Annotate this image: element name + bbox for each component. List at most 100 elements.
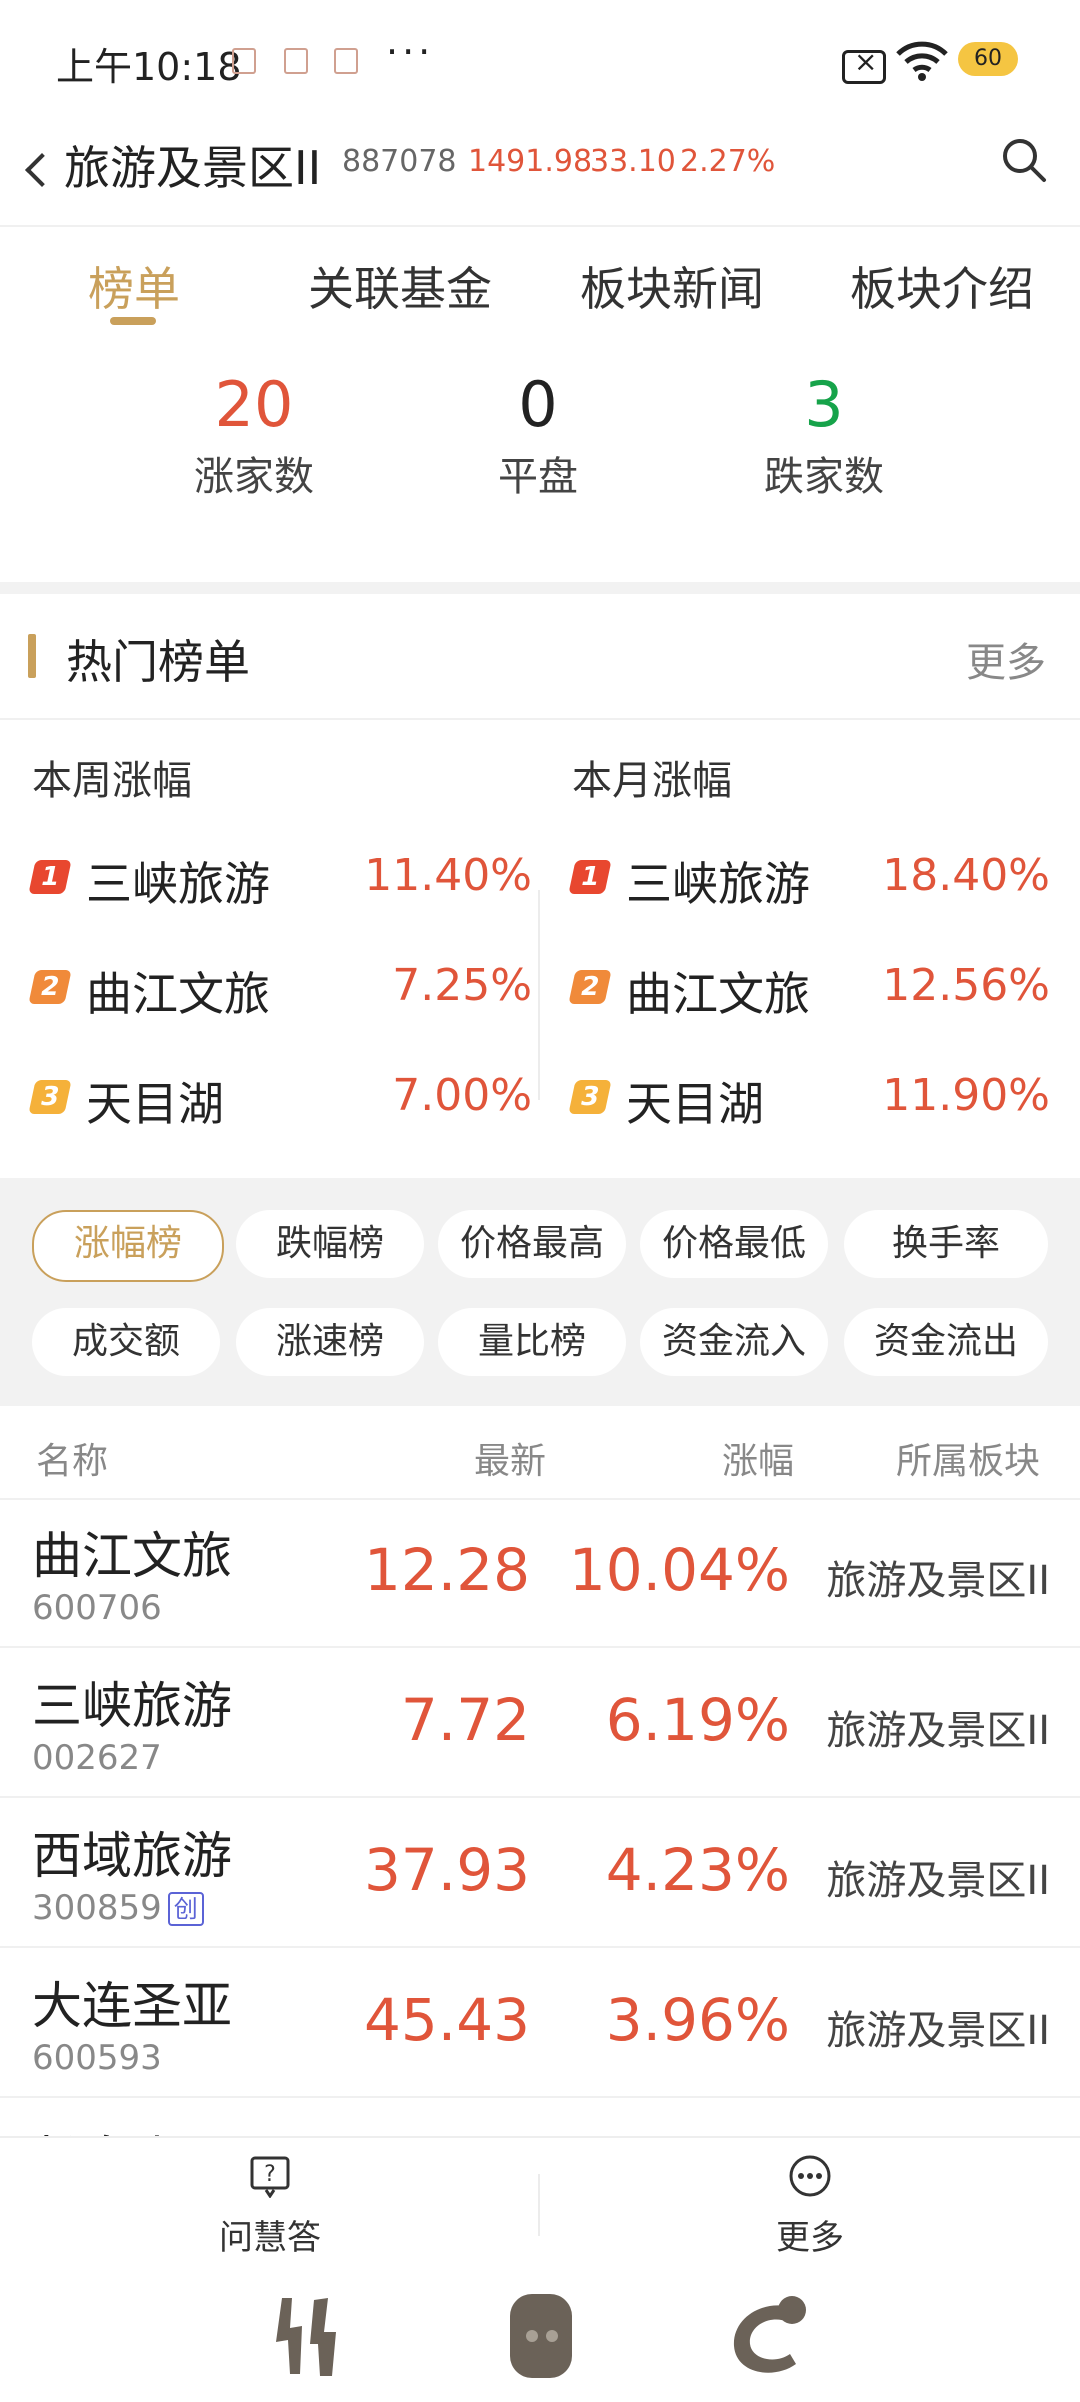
stock-pct: 10.04% <box>568 1536 790 1604</box>
hot-list-title: 热门榜单 <box>66 635 250 689</box>
wifi-icon <box>896 41 948 81</box>
stock-latest: 12.28 <box>363 1536 530 1604</box>
rank-stock-name: 天目湖 <box>86 1077 224 1131</box>
stock-sector: 旅游及景区II <box>826 1708 1050 1754</box>
chip-highest-price[interactable]: 价格最高 <box>438 1210 626 1278</box>
rank-stock-value: 12.56% <box>882 960 1050 1011</box>
battery-icon: 60 <box>958 42 1018 76</box>
active-tab-indicator <box>110 317 156 325</box>
chip-lowest-price[interactable]: 价格最低 <box>640 1210 828 1278</box>
stock-latest: 7.72 <box>400 1686 530 1754</box>
stock-code: 600706 <box>32 1588 162 1628</box>
col-name[interactable]: 名称 <box>36 1432 108 1484</box>
table-row[interactable]: 曲江文旅 600706 12.28 10.04% 旅游及景区II <box>0 1498 1080 1648</box>
table-row[interactable]: 三峡旅游 002627 7.72 6.19% 旅游及景区II <box>0 1648 1080 1798</box>
stock-sector: 旅游及景区II <box>826 2008 1050 2054</box>
status-bar: 上午10:18 ··· 60 <box>0 0 1080 120</box>
chip-volume-ratio[interactable]: 量比榜 <box>438 1308 626 1376</box>
weekly-rank-row[interactable]: 3 天目湖 7.00% <box>28 1068 532 1131</box>
tab-ranking[interactable]: 榜单 <box>88 253 180 319</box>
no-sim-icon <box>842 45 886 84</box>
stock-code: 002627 <box>32 1738 162 1778</box>
bottom-divider <box>538 2174 540 2236</box>
stock-name: 大连圣亚 <box>32 1977 232 2035</box>
notification-icon <box>284 48 308 74</box>
svg-text:?: ? <box>264 2162 276 2187</box>
down-count: 3 <box>804 368 844 441</box>
sector-change: 33.10 <box>590 144 676 179</box>
up-label: 涨家数 <box>194 454 314 500</box>
chip-speed[interactable]: 涨速榜 <box>236 1308 424 1376</box>
question-icon: ? <box>250 2156 290 2199</box>
page-header: 旅游及景区II 887078 1491.98 33.10 2.27% <box>0 120 1080 227</box>
tab-sector-intro[interactable]: 板块介绍 <box>850 253 1034 319</box>
rank-stock-name: 三峡旅游 <box>86 857 270 911</box>
back-nav-icon[interactable] <box>724 2288 814 2384</box>
stock-name: 三峡旅游 <box>32 1677 232 1735</box>
section-marker <box>28 634 36 678</box>
table-header: 名称 最新 涨幅 所属板块 <box>0 1406 1080 1500</box>
stock-name: 西域旅游 <box>32 1827 232 1885</box>
stock-pct: 6.19% <box>605 1686 790 1754</box>
flat-label: 平盘 <box>498 454 578 500</box>
col-pct[interactable]: 涨幅 <box>722 1432 794 1484</box>
rank-3-badge-icon: 3 <box>568 1080 612 1114</box>
chip-turnover-rate[interactable]: 换手率 <box>844 1210 1048 1278</box>
rank-stock-value: 18.40% <box>882 850 1050 901</box>
monthly-gainers: 本月涨幅 1 三峡旅游 18.40% 2 曲江文旅 12.56% 3 天目湖 1… <box>568 730 1050 1131</box>
chinext-badge: 创 <box>167 1892 204 1926</box>
ask-label: 问慧答 <box>219 2218 321 2258</box>
stock-latest: 45.43 <box>363 1986 530 2054</box>
table-row[interactable]: 大连圣亚 600593 45.43 3.96% 旅游及景区II <box>0 1948 1080 2098</box>
chip-gainers[interactable]: 涨幅榜 <box>32 1210 224 1282</box>
sector-price: 1491.98 <box>468 144 593 179</box>
stat-down: 3 跌家数 <box>724 370 924 502</box>
notification-icon <box>232 48 256 74</box>
stock-code: 600593 <box>32 2038 162 2078</box>
monthly-rank-row[interactable]: 3 天目湖 11.90% <box>568 1068 1050 1131</box>
back-icon[interactable] <box>12 142 62 198</box>
more-notifications-icon: ··· <box>386 30 435 74</box>
weekly-rank-row[interactable]: 1 三峡旅游 11.40% <box>28 848 532 911</box>
monthly-rank-row[interactable]: 1 三峡旅游 18.40% <box>568 848 1050 911</box>
stock-name: 曲江文旅 <box>32 1527 232 1585</box>
monthly-gainers-header: 本月涨幅 <box>572 758 732 804</box>
gesture-nav-icon[interactable] <box>262 2288 352 2384</box>
search-icon[interactable] <box>1000 136 1048 184</box>
weekly-rank-row[interactable]: 2 曲江文旅 7.25% <box>28 958 532 1021</box>
chip-capital-outflow[interactable]: 资金流出 <box>844 1308 1048 1376</box>
stock-sector: 旅游及景区II <box>826 1858 1050 1904</box>
column-divider <box>538 890 540 1100</box>
stock-sector: 旅游及景区II <box>826 1558 1050 1604</box>
chip-trade-volume[interactable]: 成交额 <box>32 1308 220 1376</box>
notification-icon <box>334 48 358 74</box>
weekly-gainers: 本周涨幅 1 三峡旅游 11.40% 2 曲江文旅 7.25% 3 天目湖 7.… <box>28 730 552 1131</box>
home-nav-icon[interactable] <box>496 2288 586 2384</box>
divider <box>0 582 1080 594</box>
more-button[interactable]: 更多 <box>660 2154 960 2259</box>
rank-2-badge-icon: 2 <box>28 970 72 1004</box>
stock-code: 300859 创 <box>32 1888 204 1928</box>
rank-3-badge-icon: 3 <box>28 1080 72 1114</box>
chip-capital-inflow[interactable]: 资金流入 <box>640 1308 828 1376</box>
advance-decline-stats: 20 涨家数 0 平盘 3 跌家数 <box>0 370 1080 570</box>
rank-stock-name: 曲江文旅 <box>86 967 270 1021</box>
ask-button[interactable]: ? 问慧答 <box>120 2154 420 2259</box>
tab-bar: 榜单 关联基金 板块新闻 板块介绍 <box>0 225 1080 335</box>
sector-change-pct: 2.27% <box>680 144 776 179</box>
col-latest[interactable]: 最新 <box>474 1432 546 1484</box>
tab-related-funds[interactable]: 关联基金 <box>308 253 492 319</box>
rank-stock-value: 11.40% <box>364 850 532 901</box>
chip-losers[interactable]: 跌幅榜 <box>236 1210 424 1278</box>
rank-stock-name: 三峡旅游 <box>626 857 810 911</box>
table-row[interactable]: 西域旅游 300859 创 37.93 4.23% 旅游及景区II <box>0 1798 1080 1948</box>
more-label: 更多 <box>776 2218 844 2258</box>
rank-1-badge-icon: 1 <box>28 860 72 894</box>
tab-sector-news[interactable]: 板块新闻 <box>580 253 764 319</box>
monthly-rank-row[interactable]: 2 曲江文旅 12.56% <box>568 958 1050 1021</box>
stock-pct: 3.96% <box>605 1986 790 2054</box>
stock-pct: 4.23% <box>605 1836 790 1904</box>
rank-stock-name: 曲江文旅 <box>626 967 810 1021</box>
hot-list-more-link[interactable]: 更多 <box>966 630 1046 688</box>
col-sector: 所属板块 <box>896 1441 1041 1482</box>
